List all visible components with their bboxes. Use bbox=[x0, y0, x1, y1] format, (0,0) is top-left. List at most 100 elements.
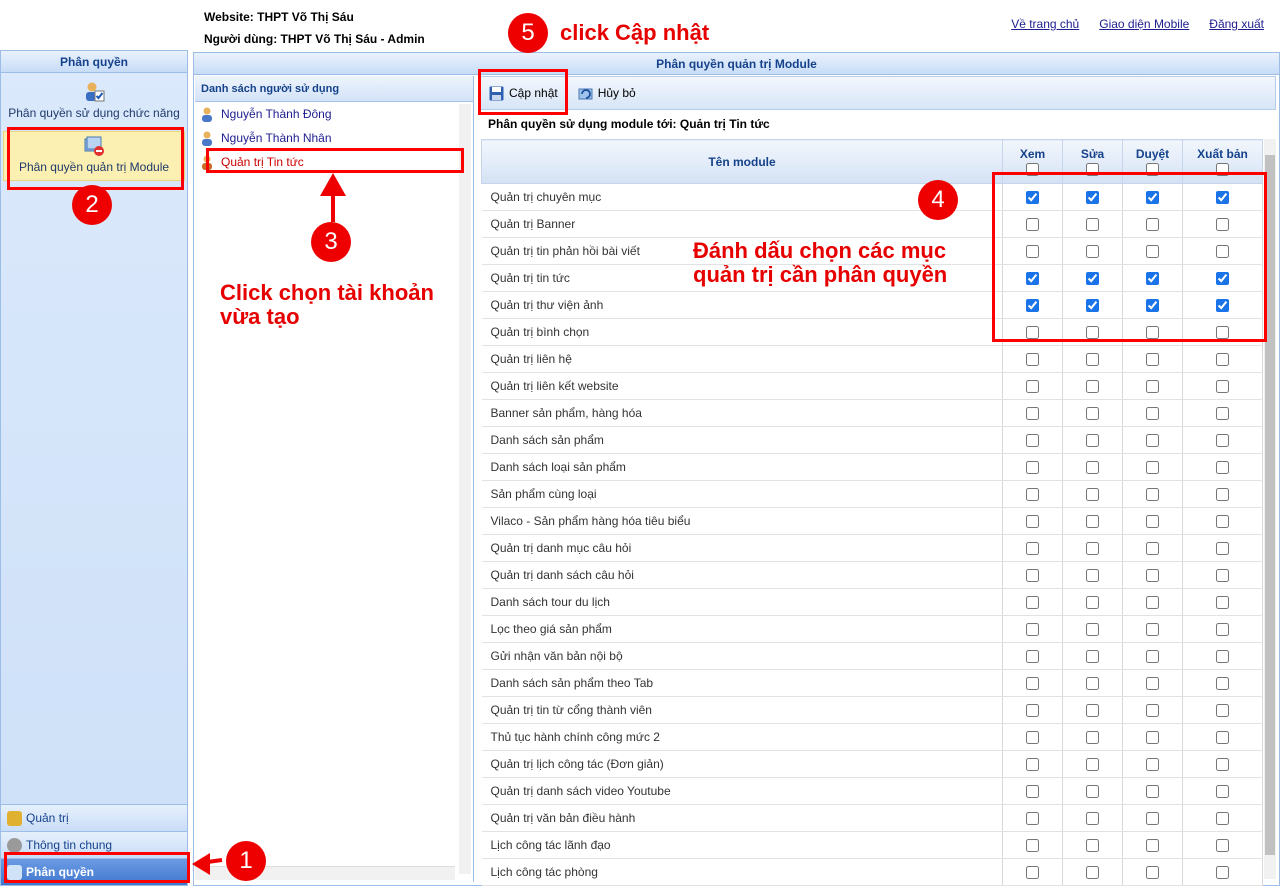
edit-checkbox[interactable] bbox=[1086, 407, 1099, 421]
publish-checkbox[interactable] bbox=[1216, 866, 1229, 880]
publish-checkbox[interactable] bbox=[1216, 353, 1229, 367]
publish-checkbox[interactable] bbox=[1216, 839, 1229, 853]
publish-checkbox[interactable] bbox=[1216, 407, 1229, 421]
grid-scroll-thumb[interactable] bbox=[1265, 155, 1275, 855]
edit-checkbox[interactable] bbox=[1086, 191, 1099, 205]
edit-checkbox[interactable] bbox=[1086, 839, 1099, 853]
publish-checkbox[interactable] bbox=[1216, 677, 1229, 691]
view-checkbox[interactable] bbox=[1026, 866, 1039, 880]
publish-checkbox[interactable] bbox=[1216, 299, 1229, 313]
edit-checkbox[interactable] bbox=[1086, 650, 1099, 664]
edit-checkbox[interactable] bbox=[1086, 380, 1099, 394]
publish-checkbox[interactable] bbox=[1216, 704, 1229, 718]
edit-checkbox[interactable] bbox=[1086, 785, 1099, 799]
view-checkbox[interactable] bbox=[1026, 326, 1039, 340]
view-checkbox[interactable] bbox=[1026, 515, 1039, 529]
edit-checkbox[interactable] bbox=[1086, 731, 1099, 745]
view-checkbox[interactable] bbox=[1026, 596, 1039, 610]
update-button[interactable]: Cập nhật bbox=[489, 86, 558, 101]
approve-checkbox[interactable] bbox=[1146, 353, 1159, 367]
approve-checkbox[interactable] bbox=[1146, 245, 1159, 259]
view-checkbox[interactable] bbox=[1026, 758, 1039, 772]
publish-checkbox[interactable] bbox=[1216, 542, 1229, 556]
edit-checkbox[interactable] bbox=[1086, 596, 1099, 610]
module-permission-item[interactable]: Phân quyền quản trị Module bbox=[3, 131, 185, 181]
approve-checkbox[interactable] bbox=[1146, 434, 1159, 448]
view-checkbox[interactable] bbox=[1026, 299, 1039, 313]
approve-checkbox[interactable] bbox=[1146, 326, 1159, 340]
publish-checkbox[interactable] bbox=[1216, 569, 1229, 583]
publish-checkbox[interactable] bbox=[1216, 515, 1229, 529]
view-checkbox[interactable] bbox=[1026, 569, 1039, 583]
grid-scrollbar[interactable] bbox=[1264, 139, 1276, 879]
approve-checkbox[interactable] bbox=[1146, 191, 1159, 205]
publish-checkbox[interactable] bbox=[1216, 488, 1229, 502]
publish-checkbox[interactable] bbox=[1216, 623, 1229, 637]
view-checkbox[interactable] bbox=[1026, 839, 1039, 853]
approve-checkbox[interactable] bbox=[1146, 407, 1159, 421]
edit-checkbox[interactable] bbox=[1086, 245, 1099, 259]
approve-checkbox[interactable] bbox=[1146, 569, 1159, 583]
view-checkbox[interactable] bbox=[1026, 272, 1039, 286]
approve-checkbox[interactable] bbox=[1146, 488, 1159, 502]
edit-checkbox[interactable] bbox=[1086, 326, 1099, 340]
publish-checkbox[interactable] bbox=[1216, 461, 1229, 475]
approve-checkbox[interactable] bbox=[1146, 839, 1159, 853]
approve-checkbox[interactable] bbox=[1146, 785, 1159, 799]
view-checkbox[interactable] bbox=[1026, 650, 1039, 664]
view-checkbox[interactable] bbox=[1026, 380, 1039, 394]
approve-checkbox[interactable] bbox=[1146, 812, 1159, 826]
mobile-view-link[interactable]: Giao diện Mobile bbox=[1099, 17, 1189, 31]
publish-checkbox[interactable] bbox=[1216, 272, 1229, 286]
edit-checkbox[interactable] bbox=[1086, 623, 1099, 637]
approve-checkbox[interactable] bbox=[1146, 677, 1159, 691]
user-item[interactable]: Quản trị Tin tức bbox=[195, 150, 473, 174]
view-checkbox[interactable] bbox=[1026, 353, 1039, 367]
view-checkbox[interactable] bbox=[1026, 785, 1039, 799]
approve-checkbox[interactable] bbox=[1146, 704, 1159, 718]
publish-checkbox[interactable] bbox=[1216, 758, 1229, 772]
edit-checkbox[interactable] bbox=[1086, 758, 1099, 772]
approve-checkbox[interactable] bbox=[1146, 731, 1159, 745]
view-checkbox[interactable] bbox=[1026, 461, 1039, 475]
approve-checkbox[interactable] bbox=[1146, 866, 1159, 880]
function-permission-item[interactable]: Phân quyền sử dụng chức năng bbox=[3, 81, 185, 126]
approve-checkbox[interactable] bbox=[1146, 623, 1159, 637]
edit-checkbox[interactable] bbox=[1086, 677, 1099, 691]
publish-checkbox[interactable] bbox=[1216, 596, 1229, 610]
view-checkbox[interactable] bbox=[1026, 407, 1039, 421]
home-link[interactable]: Về trang chủ bbox=[1011, 17, 1079, 31]
view-all-checkbox[interactable] bbox=[1026, 162, 1039, 176]
view-checkbox[interactable] bbox=[1026, 245, 1039, 259]
user-item[interactable]: Nguyễn Thành Đông bbox=[195, 102, 473, 126]
edit-checkbox[interactable] bbox=[1086, 866, 1099, 880]
edit-checkbox[interactable] bbox=[1086, 704, 1099, 718]
edit-checkbox[interactable] bbox=[1086, 542, 1099, 556]
edit-checkbox[interactable] bbox=[1086, 434, 1099, 448]
edit-checkbox[interactable] bbox=[1086, 353, 1099, 367]
view-checkbox[interactable] bbox=[1026, 488, 1039, 502]
publish-checkbox[interactable] bbox=[1216, 191, 1229, 205]
edit-checkbox[interactable] bbox=[1086, 488, 1099, 502]
publish-checkbox[interactable] bbox=[1216, 326, 1229, 340]
nav-admin[interactable]: Quản trị bbox=[1, 804, 187, 831]
approve-checkbox[interactable] bbox=[1146, 380, 1159, 394]
view-checkbox[interactable] bbox=[1026, 812, 1039, 826]
nav-permission[interactable]: Phân quyền bbox=[1, 858, 187, 885]
edit-checkbox[interactable] bbox=[1086, 515, 1099, 529]
edit-checkbox[interactable] bbox=[1086, 299, 1099, 313]
approve-all-checkbox[interactable] bbox=[1146, 162, 1159, 176]
publish-checkbox[interactable] bbox=[1216, 812, 1229, 826]
logout-link[interactable]: Đăng xuất bbox=[1209, 17, 1264, 31]
edit-checkbox[interactable] bbox=[1086, 218, 1099, 232]
publish-checkbox[interactable] bbox=[1216, 785, 1229, 799]
approve-checkbox[interactable] bbox=[1146, 758, 1159, 772]
publish-all-checkbox[interactable] bbox=[1216, 162, 1229, 176]
edit-all-checkbox[interactable] bbox=[1086, 162, 1099, 176]
edit-checkbox[interactable] bbox=[1086, 461, 1099, 475]
user-list-scrollbar[interactable] bbox=[459, 104, 471, 874]
approve-checkbox[interactable] bbox=[1146, 542, 1159, 556]
view-checkbox[interactable] bbox=[1026, 434, 1039, 448]
view-checkbox[interactable] bbox=[1026, 677, 1039, 691]
approve-checkbox[interactable] bbox=[1146, 650, 1159, 664]
